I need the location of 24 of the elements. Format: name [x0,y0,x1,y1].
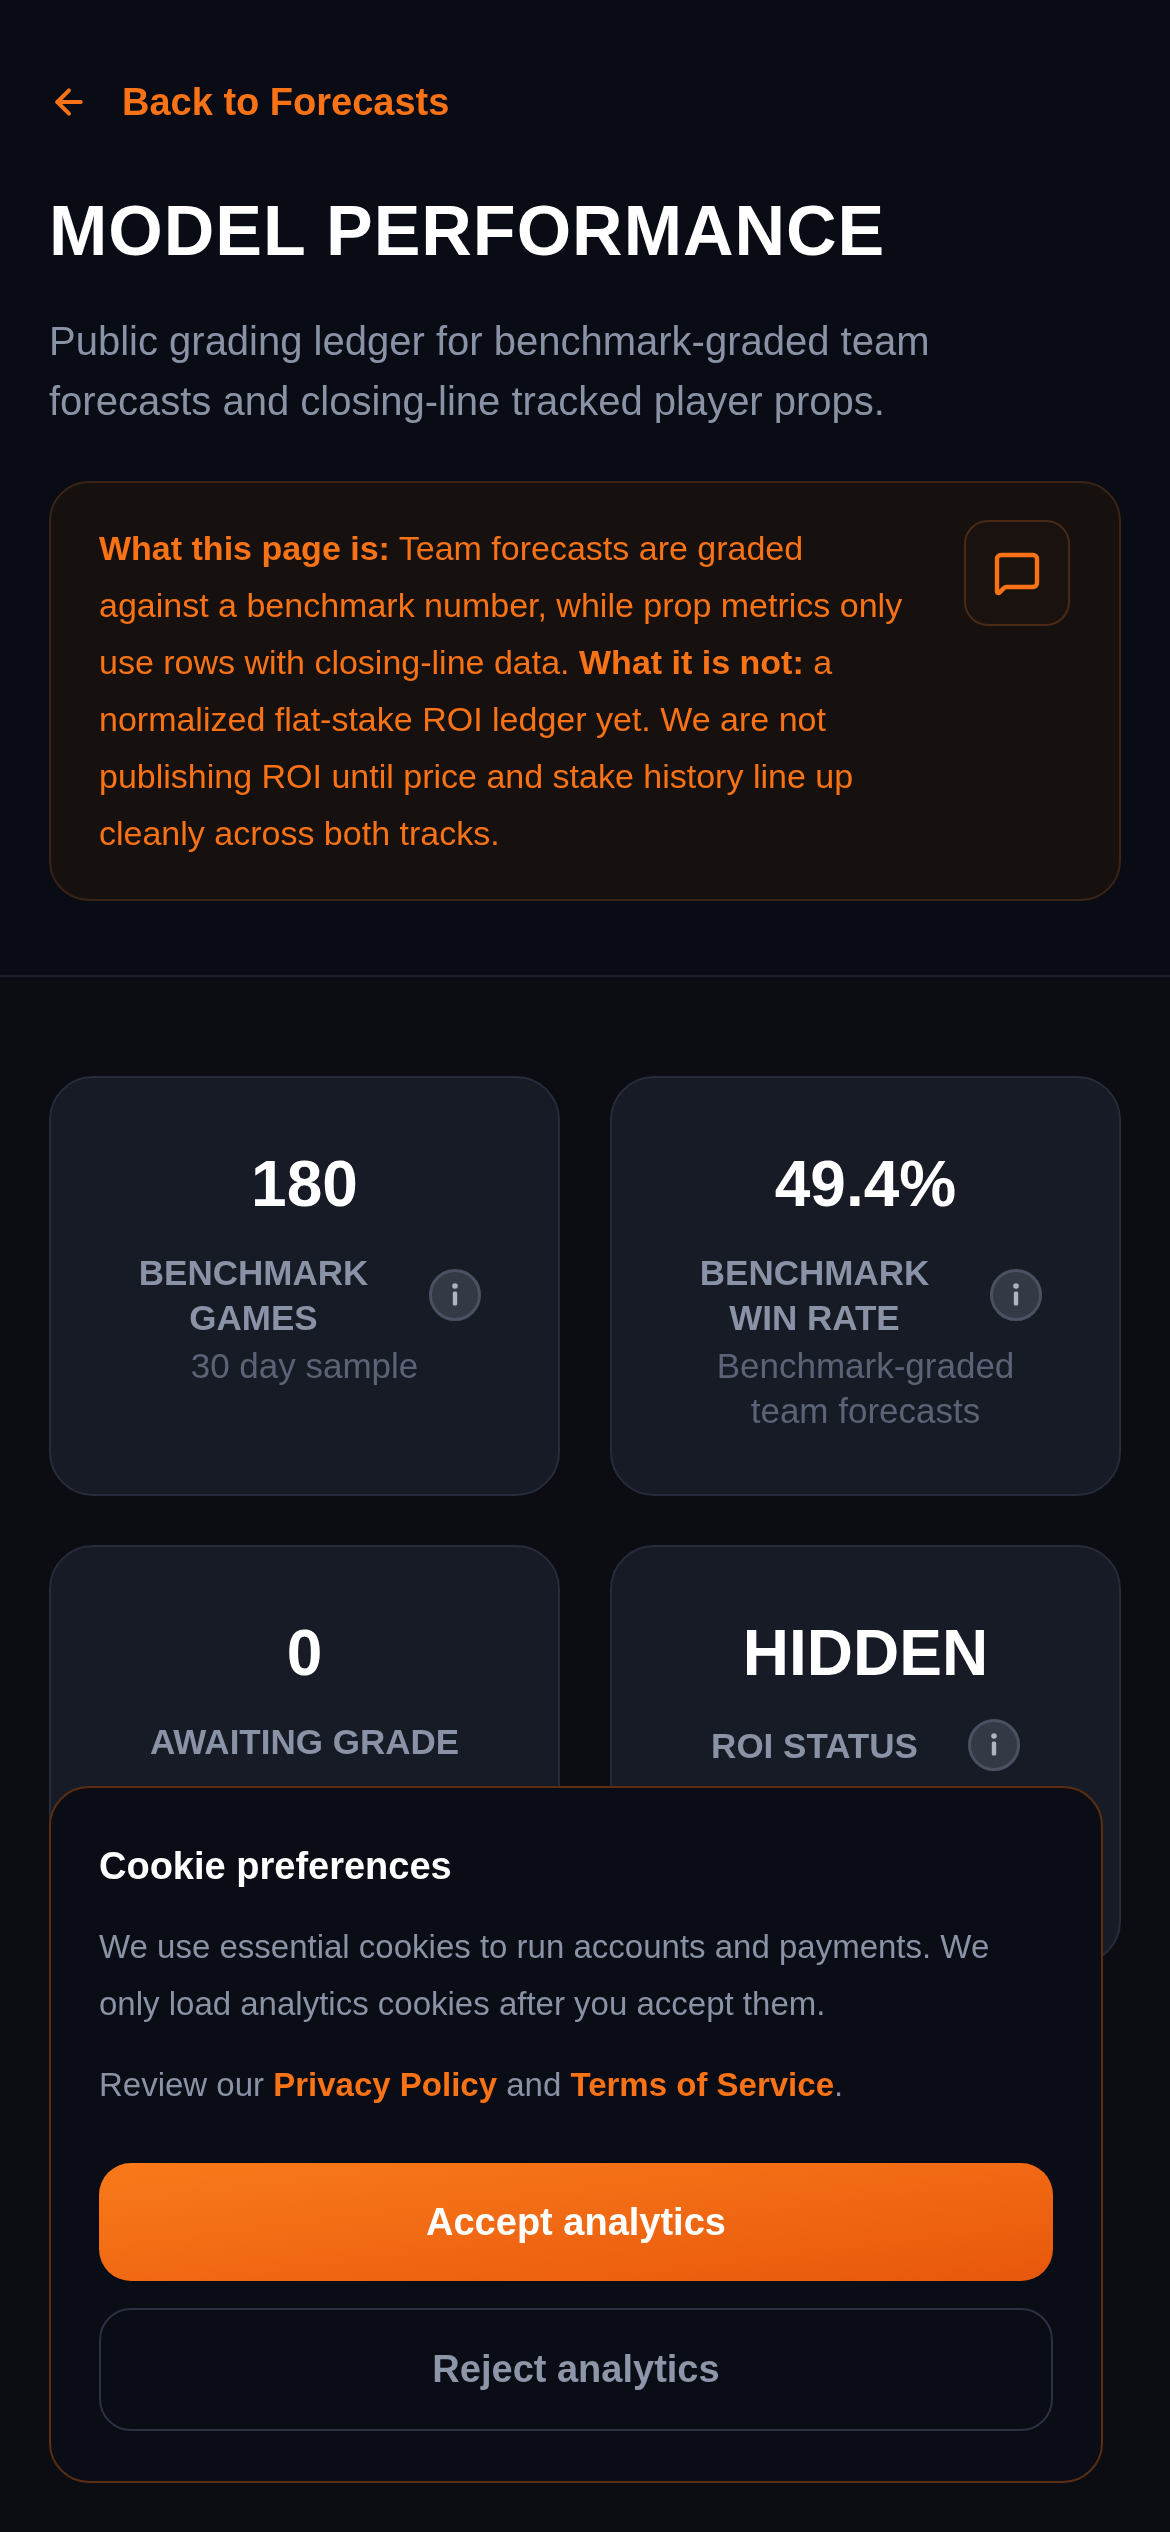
policy-link[interactable]: Privacy Policy [273,2066,498,2103]
stat-value: 0 [286,1621,323,1685]
stat-value: 49.4% [774,1152,957,1216]
notice-text: What this page is: Team forecasts are graded against a benchmark number, while prop metrics only use rows with closing-line data. What it is not: a normalized flat-stake ROI ledger yet. We are not publishing ROI until price and stake history line up cleanly across both tracks. [99,528,904,854]
page-subtitle: Public grading ledger for benchmark-graded team forecasts and closing-line tracked player props. [49,318,931,425]
stat-label: BENCHMARK WIN RATE [698,1252,931,1339]
stat-note: 30 day sample [190,1345,419,1387]
feedback-button[interactable] [964,520,1070,626]
info-icon[interactable] [428,1269,481,1321]
stat-note: Benchmark-graded team forecasts [715,1345,1016,1432]
back-link[interactable]: Back to Forecasts [49,79,450,125]
cookie-description: We use essential cookies to run accounts and payments. We only load analytics cookies after you accept them. [99,1927,991,2024]
stat-label: AWAITING GRADE [149,1721,460,1763]
stat-value: 180 [251,1152,358,1216]
stat-label: BENCHMARK GAMES [137,1252,370,1339]
info-icon[interactable] [989,1269,1042,1321]
info-icon[interactable] [967,1719,1020,1771]
reject-button[interactable]: Reject analytics [99,2308,1053,2431]
stat-label: ROI STATUS [711,1724,918,1767]
page-title: MODEL PERFORMANCE [49,196,886,266]
cookie-title: Cookie preferences [99,1844,453,1889]
policy-link[interactable]: Terms of Service [570,2066,834,2103]
policy-links-text: Review our Privacy Policy and Terms of Service. [99,2065,845,2105]
stat-value: HIDDEN [742,1621,989,1685]
